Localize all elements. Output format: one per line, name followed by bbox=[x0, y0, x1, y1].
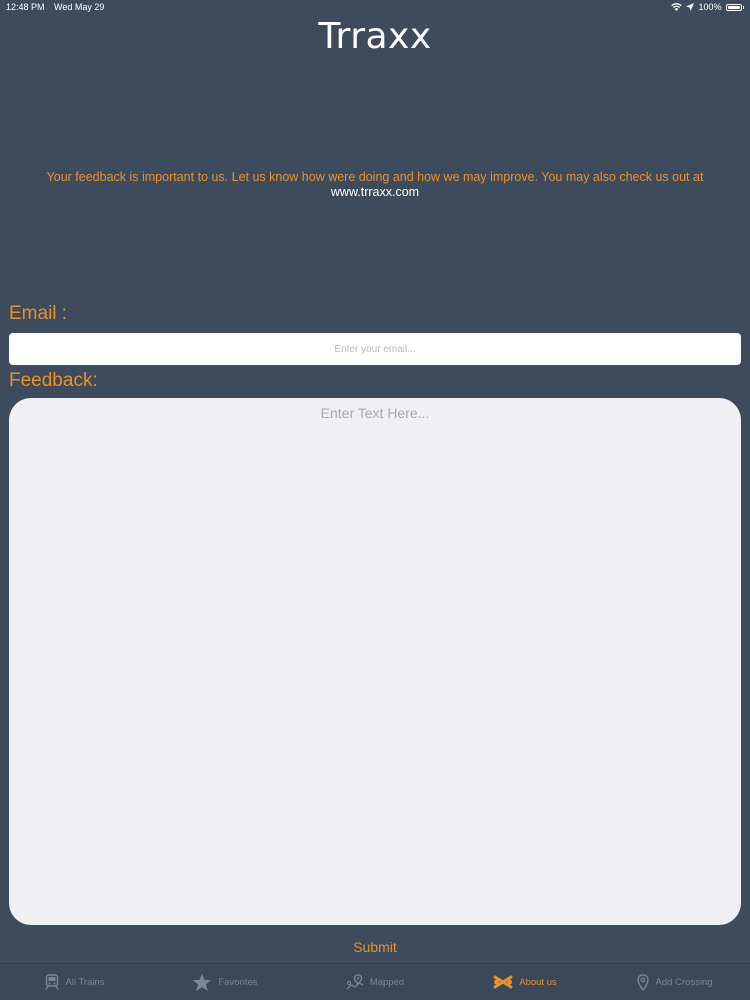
intro-text: Your feedback is important to us. Let us… bbox=[46, 170, 704, 184]
location-arrow-icon bbox=[686, 3, 695, 11]
tab-about-us[interactable]: About us bbox=[450, 964, 600, 1000]
email-input[interactable] bbox=[9, 333, 741, 365]
crossing-icon bbox=[493, 975, 513, 989]
tab-all-trains[interactable]: All Trains bbox=[0, 964, 150, 1000]
battery-icon bbox=[725, 3, 742, 11]
feedback-label: Feedback: bbox=[9, 370, 98, 391]
app-title: Trraxx bbox=[318, 16, 432, 57]
tab-label: Add Crossing bbox=[655, 976, 713, 988]
status-date: Wed May 29 bbox=[54, 2, 105, 12]
tab-favorites[interactable]: Favorites bbox=[150, 964, 300, 1000]
email-label: Email : bbox=[9, 303, 68, 324]
tab-bar: All Trains Favorites Mapped About us Add… bbox=[0, 963, 750, 1000]
feedback-textarea[interactable] bbox=[9, 398, 741, 925]
map-icon bbox=[346, 974, 364, 990]
location-pin-icon bbox=[637, 973, 650, 991]
star-icon bbox=[193, 973, 212, 991]
website-link[interactable]: www.trraxx.com bbox=[30, 185, 720, 200]
tab-label: About us bbox=[519, 976, 557, 988]
tab-label: All Trains bbox=[65, 976, 105, 988]
tab-label: Favorites bbox=[218, 976, 258, 988]
status-bar: 12:48 PM Wed May 29 100% bbox=[0, 0, 750, 16]
battery-percent: 100% bbox=[698, 2, 722, 12]
intro-message: Your feedback is important to us. Let us… bbox=[30, 170, 720, 200]
tab-label: Mapped bbox=[369, 976, 405, 988]
status-left: 12:48 PM Wed May 29 bbox=[6, 2, 111, 12]
submit-button[interactable]: Submit bbox=[0, 938, 750, 956]
tab-add-crossing[interactable]: Add Crossing bbox=[600, 964, 750, 1000]
train-icon bbox=[45, 974, 60, 990]
tab-mapped[interactable]: Mapped bbox=[300, 964, 450, 1000]
wifi-icon bbox=[671, 3, 683, 11]
status-right: 100% bbox=[671, 2, 744, 12]
status-time: 12:48 PM bbox=[6, 2, 45, 12]
